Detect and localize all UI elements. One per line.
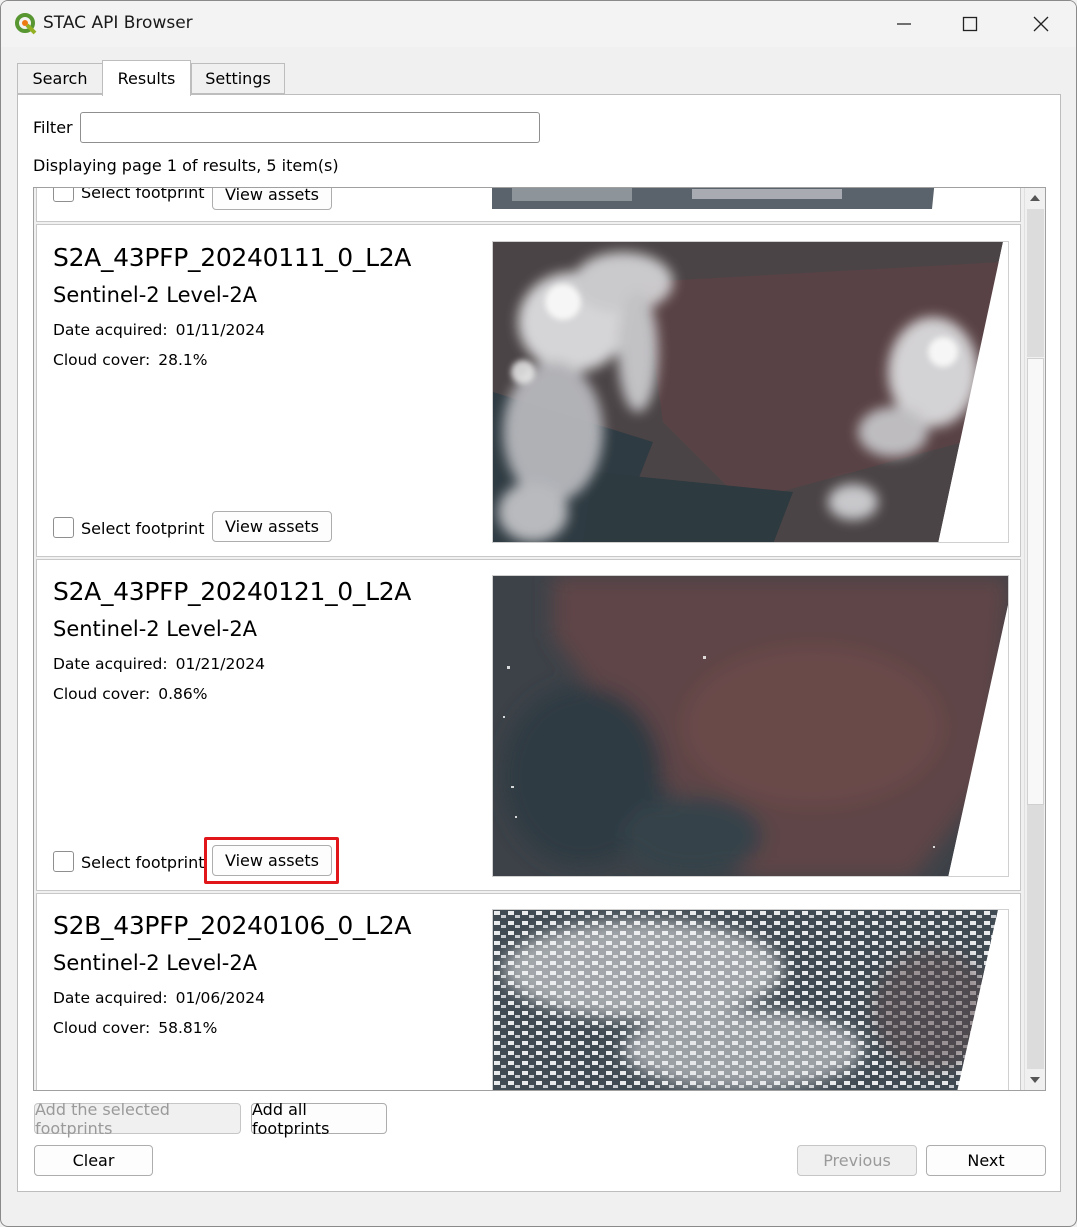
scroll-down-arrow-icon	[1030, 1077, 1040, 1083]
maximize-button[interactable]	[935, 1, 1005, 47]
cloud-cover-value: 58.81%	[158, 1019, 218, 1037]
scroll-thumb[interactable]	[1027, 358, 1044, 805]
cloud-cover-label: Cloud cover:	[53, 1019, 151, 1037]
filter-input[interactable]	[80, 112, 540, 143]
item-collection: Sentinel-2 Level-2A	[53, 283, 258, 307]
select-footprint-checkbox[interactable]	[53, 851, 74, 872]
result-card: S2B_43PFP_20240106_0_L2A Sentinel-2 Leve…	[36, 893, 1021, 1090]
minimize-button[interactable]	[869, 1, 939, 47]
date-acquired-line: Date acquired: 01/21/2024	[53, 655, 265, 673]
select-footprint-label: Select footprint	[81, 188, 205, 202]
add-all-footprints-button[interactable]: Add all footprints	[251, 1100, 387, 1138]
result-card: S2A_43PFP_20240121_0_L2A Sentinel-2 Leve…	[36, 559, 1021, 891]
title-bar: STAC API Browser	[1, 1, 1076, 47]
results-scroll-area[interactable]: Select footprint View assets S2A_43PFP_2…	[33, 187, 1046, 1091]
view-assets-button[interactable]: View assets	[212, 511, 332, 542]
previous-button[interactable]: Previous	[797, 1145, 917, 1176]
cloud-cover-line: Cloud cover: 58.81%	[53, 1019, 217, 1037]
close-icon	[1033, 16, 1049, 32]
scroll-up-button[interactable]	[1025, 188, 1045, 208]
date-acquired-value: 01/06/2024	[175, 989, 265, 1007]
close-button[interactable]	[1006, 1, 1076, 47]
date-acquired-label: Date acquired:	[53, 321, 168, 339]
cloud-cover-line: Cloud cover: 0.86%	[53, 685, 208, 703]
tab-results[interactable]: Results	[102, 60, 191, 96]
qgis-logo-icon	[15, 13, 37, 35]
date-acquired-line: Date acquired: 01/06/2024	[53, 989, 265, 1007]
cloud-cover-label: Cloud cover:	[53, 685, 151, 703]
cloud-cover-line: Cloud cover: 28.1%	[53, 351, 208, 369]
window-title: STAC API Browser	[43, 13, 193, 33]
footprint-thumbnail	[492, 575, 1009, 877]
item-id: S2A_43PFP_20240111_0_L2A	[53, 243, 412, 272]
date-acquired-label: Date acquired:	[53, 655, 168, 673]
results-status: Displaying page 1 of results, 5 item(s)	[33, 156, 339, 175]
item-collection: Sentinel-2 Level-2A	[53, 617, 258, 641]
item-id: S2A_43PFP_20240121_0_L2A	[53, 577, 412, 606]
scroll-down-button[interactable]	[1025, 1070, 1045, 1090]
select-footprint-checkbox[interactable]	[53, 517, 74, 538]
select-footprint-checkbox[interactable]	[53, 188, 74, 202]
filter-label: Filter	[33, 118, 73, 137]
minimize-icon	[897, 23, 911, 25]
add-selected-footprints-button[interactable]: Add the selected footprints	[34, 1100, 241, 1138]
date-acquired-value: 01/11/2024	[175, 321, 265, 339]
next-button[interactable]: Next	[926, 1145, 1046, 1176]
result-card: S2A_43PFP_20240111_0_L2A Sentinel-2 Leve…	[36, 224, 1021, 557]
results-list: Select footprint View assets S2A_43PFP_2…	[34, 188, 1024, 1090]
footprint-thumbnail	[492, 241, 1009, 543]
scroll-track-lower[interactable]	[1027, 805, 1044, 1069]
cloud-cover-value: 28.1%	[158, 351, 208, 369]
stac-api-browser-window: STAC API Browser Search Results Settings…	[0, 0, 1077, 1227]
maximize-icon	[962, 16, 978, 32]
cloud-cover-value: 0.86%	[158, 685, 208, 703]
footprint-thumbnail	[492, 909, 1009, 1090]
date-acquired-value: 01/21/2024	[175, 655, 265, 673]
vertical-scrollbar[interactable]	[1024, 188, 1045, 1090]
date-acquired-label: Date acquired:	[53, 989, 168, 1007]
tab-settings[interactable]: Settings	[191, 63, 285, 94]
cloud-cover-label: Cloud cover:	[53, 351, 151, 369]
clear-button[interactable]: Clear	[34, 1145, 153, 1176]
tab-search[interactable]: Search	[17, 63, 103, 94]
date-acquired-line: Date acquired: 01/11/2024	[53, 321, 265, 339]
item-collection: Sentinel-2 Level-2A	[53, 951, 258, 975]
view-assets-button[interactable]: View assets	[212, 845, 332, 876]
footprint-thumbnail	[492, 188, 1009, 209]
item-id: S2B_43PFP_20240106_0_L2A	[53, 911, 412, 940]
scroll-up-arrow-icon	[1030, 195, 1040, 201]
scroll-track-upper[interactable]	[1027, 209, 1044, 357]
view-assets-button[interactable]: View assets	[212, 188, 332, 210]
select-footprint-label: Select footprint	[81, 853, 205, 872]
result-card-partial: Select footprint View assets	[36, 188, 1021, 222]
select-footprint-label: Select footprint	[81, 519, 205, 538]
